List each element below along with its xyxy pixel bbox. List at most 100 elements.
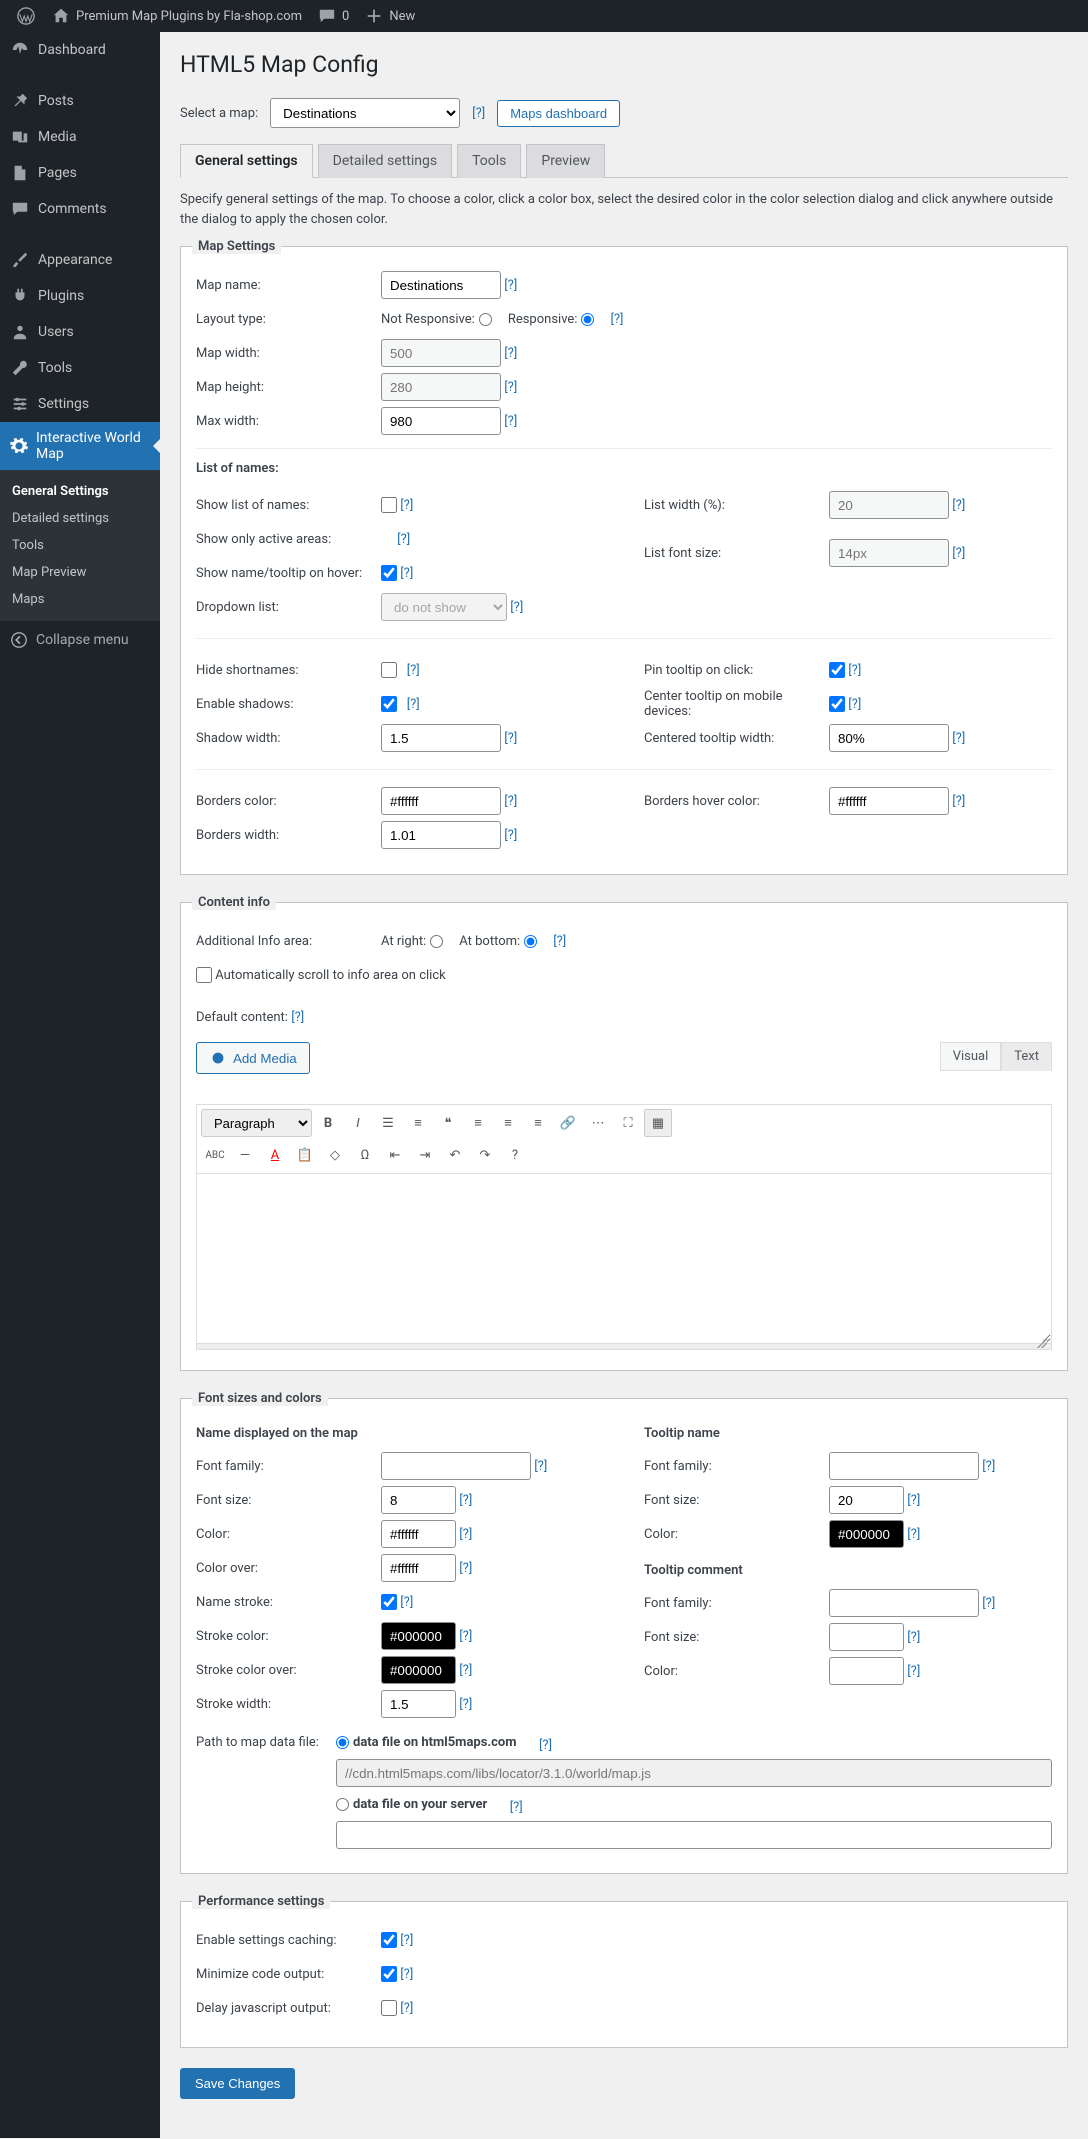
help-icon[interactable]: [?] [610, 312, 623, 327]
help-icon[interactable]: [?] [504, 346, 517, 361]
italic-icon[interactable]: I [344, 1109, 372, 1137]
special-char-icon[interactable]: Ω [351, 1141, 379, 1169]
menu-media[interactable]: Media [0, 119, 160, 155]
clear-format-icon[interactable]: ◇ [321, 1141, 349, 1169]
shadow-width-input[interactable] [381, 724, 501, 752]
minimize-checkbox[interactable] [381, 1966, 397, 1982]
help-icon[interactable]: [?] [291, 1010, 304, 1025]
help-icon[interactable]: [?] [952, 731, 965, 746]
menu-appearance[interactable]: Appearance [0, 242, 160, 278]
undo-icon[interactable]: ↶ [441, 1141, 469, 1169]
help-icon[interactable]: [?] [504, 828, 517, 843]
help-icon[interactable]: [?] [459, 1629, 472, 1644]
auto-scroll-checkbox[interactable] [196, 967, 212, 983]
comments-link[interactable]: 0 [310, 0, 357, 32]
layout-responsive-radio[interactable] [581, 313, 594, 326]
menu-dashboard[interactable]: Dashboard [0, 32, 160, 68]
help-icon[interactable]: [?] [553, 934, 566, 949]
name-color-over-input[interactable] [381, 1554, 456, 1582]
format-select[interactable]: Paragraph [201, 1109, 312, 1137]
center-tooltip-checkbox[interactable] [829, 696, 845, 712]
help-icon[interactable]: [?] [400, 566, 413, 581]
link-icon[interactable]: 🔗 [554, 1109, 582, 1137]
centered-width-input[interactable] [829, 724, 949, 752]
stroke-color-input[interactable] [381, 1622, 456, 1650]
menu-tools[interactable]: Tools [0, 350, 160, 386]
help-icon[interactable]: [?] [459, 1663, 472, 1678]
indent-icon[interactable]: ⇥ [411, 1141, 439, 1169]
menu-users[interactable]: Users [0, 314, 160, 350]
help-icon[interactable]: [?] [848, 697, 861, 712]
stroke-color-over-input[interactable] [381, 1656, 456, 1684]
help-icon[interactable]: [?] [400, 1595, 413, 1610]
new-link[interactable]: New [357, 0, 423, 32]
outdent-icon[interactable]: ⇤ [381, 1141, 409, 1169]
submenu-detailed-settings[interactable]: Detailed settings [0, 505, 160, 532]
show-list-checkbox[interactable] [381, 497, 397, 513]
help-icon[interactable]: [?] [472, 106, 485, 121]
add-media-button[interactable]: Add Media [196, 1042, 310, 1074]
help-icon[interactable]: [?] [504, 278, 517, 293]
menu-plugins[interactable]: Plugins [0, 278, 160, 314]
layout-not-responsive-radio[interactable] [479, 313, 492, 326]
caching-checkbox[interactable] [381, 1932, 397, 1948]
help-icon[interactable]: [?] [510, 1800, 523, 1815]
help-icon[interactable]: [?] [459, 1561, 472, 1576]
help-icon[interactable]: [?] [407, 697, 420, 712]
help-icon[interactable]: [?] [907, 1664, 920, 1679]
borders-width-input[interactable] [381, 821, 501, 849]
editor-body[interactable] [196, 1174, 1052, 1344]
help-icon[interactable]: [?] [952, 498, 965, 513]
toolbar-toggle-icon[interactable]: ▦ [644, 1109, 672, 1137]
max-width-input[interactable] [381, 407, 501, 435]
info-area-bottom-radio[interactable] [524, 935, 537, 948]
borders-color-input[interactable] [381, 787, 501, 815]
redo-icon[interactable]: ↷ [471, 1141, 499, 1169]
help-icon[interactable]: [?] [400, 1967, 413, 1982]
help-icon[interactable]: [?] [907, 1493, 920, 1508]
name-stroke-checkbox[interactable] [381, 1594, 397, 1610]
bold-icon[interactable]: B [314, 1109, 342, 1137]
tab-preview[interactable]: Preview [526, 144, 605, 178]
tooltip-font-family-input[interactable] [829, 1452, 979, 1480]
datafile-remote-radio[interactable] [336, 1736, 349, 1749]
name-font-family-input[interactable] [381, 1452, 531, 1480]
more-icon[interactable]: ⋯ [584, 1109, 612, 1137]
help-icon[interactable]: [?] [397, 532, 410, 547]
editor-tab-text[interactable]: Text [1001, 1042, 1052, 1071]
comment-font-family-input[interactable] [829, 1589, 979, 1617]
align-center-icon[interactable]: ≡ [494, 1109, 522, 1137]
submenu-maps[interactable]: Maps [0, 586, 160, 613]
map-name-input[interactable] [381, 271, 501, 299]
pin-tooltip-checkbox[interactable] [829, 662, 845, 678]
help-icon[interactable]: [?] [982, 1459, 995, 1474]
quote-icon[interactable]: ❝ [434, 1109, 462, 1137]
number-list-icon[interactable]: ≡ [404, 1109, 432, 1137]
align-left-icon[interactable]: ≡ [464, 1109, 492, 1137]
tab-general[interactable]: General settings [180, 144, 313, 178]
submenu-general-settings[interactable]: General Settings [0, 478, 160, 505]
help-icon[interactable]: [?] [539, 1738, 552, 1753]
help-icon[interactable]: [?] [907, 1630, 920, 1645]
datafile-local-radio[interactable] [336, 1798, 349, 1811]
help-icon[interactable]: [?] [952, 546, 965, 561]
name-color-input[interactable] [381, 1520, 456, 1548]
help-icon[interactable]: [?] [504, 414, 517, 429]
save-changes-button[interactable]: Save Changes [180, 2068, 295, 2099]
borders-hover-input[interactable] [829, 787, 949, 815]
bullet-list-icon[interactable]: ☰ [374, 1109, 402, 1137]
datafile-local-url[interactable] [336, 1821, 1052, 1849]
info-area-right-radio[interactable] [430, 935, 443, 948]
textcolor-icon[interactable]: A [261, 1141, 289, 1169]
editor-resize-handle[interactable] [196, 1344, 1052, 1350]
menu-pages[interactable]: Pages [0, 155, 160, 191]
menu-settings[interactable]: Settings [0, 386, 160, 422]
select-map-dropdown[interactable]: Destinations [270, 98, 460, 128]
help-icon[interactable]: [?] [400, 498, 413, 513]
paste-icon[interactable]: 📋 [291, 1141, 319, 1169]
help-icon[interactable]: [?] [907, 1527, 920, 1542]
comment-font-size-input[interactable] [829, 1623, 904, 1651]
help-icon[interactable]: [?] [952, 794, 965, 809]
tab-tools[interactable]: Tools [457, 144, 521, 178]
help-icon[interactable]: [?] [504, 731, 517, 746]
